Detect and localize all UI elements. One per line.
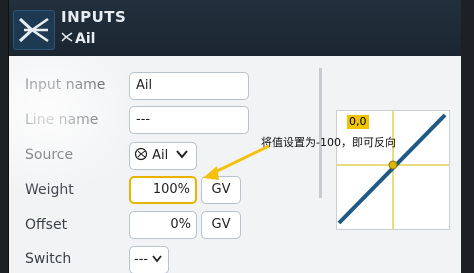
scrollbar[interactable] [319, 68, 322, 198]
weight-field[interactable]: 100% [129, 176, 197, 204]
curve-center-point [388, 160, 398, 170]
input-icon [61, 31, 73, 47]
line-name-label: Line name [25, 112, 99, 128]
subtitle-text: Ail [75, 31, 96, 47]
input-name-label: Input name [25, 77, 106, 93]
annotation-note: 将值设置为-100，即可反向 [261, 136, 396, 149]
weight-label: Weight [25, 182, 74, 198]
switch-chevron-down-icon [152, 255, 162, 263]
curve-title: 0,0 [347, 115, 369, 129]
input-name-field[interactable]: Ail [129, 72, 249, 100]
weight-value: 100% [152, 182, 190, 197]
switch-select[interactable]: --- [129, 246, 169, 273]
offset-field[interactable]: 0% [129, 211, 197, 239]
chevron-down-icon [176, 150, 189, 159]
input-name-value: Ail [136, 78, 153, 93]
offset-label: Offset [25, 217, 68, 233]
line-name-value: --- [136, 112, 151, 127]
source-select[interactable]: Ail [129, 142, 197, 170]
annotation-arrow [203, 144, 270, 180]
back-button[interactable] [13, 10, 55, 50]
line-name-field[interactable]: --- [129, 106, 249, 134]
offset-gv-button[interactable]: GV [201, 211, 241, 239]
source-value: Ail [152, 148, 169, 163]
page-title: INPUTS [61, 8, 127, 26]
screen: INPUTS Ail Input name Ail Line name --- … [8, 0, 461, 273]
header-bar: INPUTS Ail [9, 0, 461, 56]
switch-value: --- [134, 252, 149, 267]
page-subtitle: Ail [61, 31, 95, 47]
switch-label: Switch [25, 251, 72, 267]
source-label: Source [25, 147, 74, 163]
source-input-icon [134, 147, 148, 161]
offset-value: 0% [170, 217, 191, 232]
inputs-icon [18, 17, 49, 43]
